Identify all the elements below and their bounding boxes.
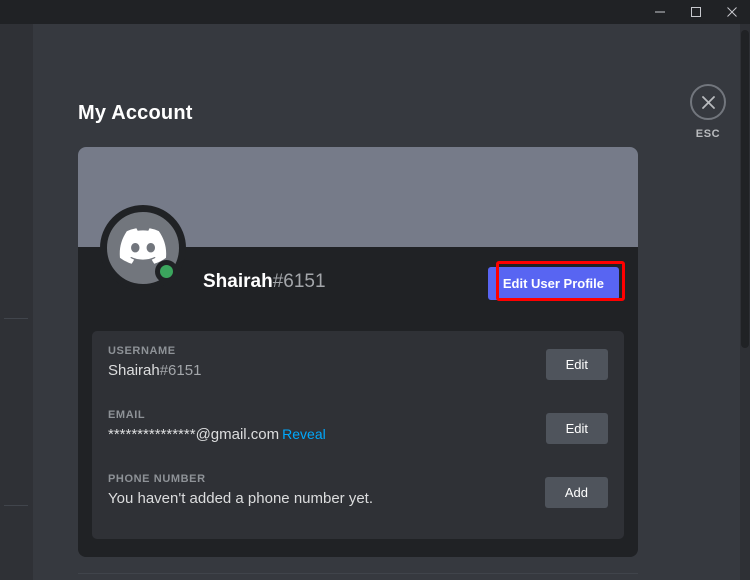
- esc-close-button[interactable]: ESC: [678, 84, 738, 140]
- add-phone-button[interactable]: Add: [544, 477, 608, 508]
- field-row-phone: PHONE NUMBER You haven't added a phone n…: [108, 473, 608, 523]
- app-body: My Account ESC Shairah#6151 Edit User Pr…: [0, 24, 750, 580]
- profile-username: Shairah#6151: [203, 271, 326, 293]
- minimize-button[interactable]: [642, 0, 678, 24]
- avatar[interactable]: [100, 205, 186, 291]
- edit-username-button[interactable]: Edit: [545, 349, 608, 380]
- username-value-tag: #6151: [159, 362, 202, 379]
- scrollbar-track[interactable]: [740, 24, 750, 580]
- settings-sidebar-strip[interactable]: [0, 24, 33, 580]
- account-fields-panel: USERNAME Shairah#6151 Edit EMAIL *******…: [92, 331, 624, 539]
- status-badge-online: [155, 260, 178, 283]
- esc-label: ESC: [695, 128, 721, 140]
- close-icon: [726, 6, 738, 18]
- edit-user-profile-button[interactable]: Edit User Profile: [487, 267, 619, 300]
- reveal-email-link[interactable]: Reveal: [282, 426, 326, 442]
- username-label: USERNAME: [108, 345, 176, 357]
- close-circle-icon: [690, 84, 726, 120]
- profile-username-tag: #6151: [272, 271, 326, 292]
- email-label: EMAIL: [108, 409, 146, 421]
- phone-value: You haven't added a phone number yet.: [108, 490, 374, 507]
- username-value: Shairah#6151: [108, 362, 608, 379]
- phone-label: PHONE NUMBER: [108, 473, 206, 485]
- close-button[interactable]: [714, 0, 750, 24]
- scrollbar-thumb[interactable]: [741, 30, 749, 348]
- page-title: My Account: [78, 102, 193, 124]
- email-masked: ***************: [108, 426, 196, 443]
- sidebar-divider-2: [4, 505, 28, 506]
- account-card: Shairah#6151 Edit User Profile USERNAME …: [78, 147, 638, 557]
- email-value: ***************@gmail.com Reveal: [108, 426, 608, 443]
- edit-email-button[interactable]: Edit: [545, 413, 608, 444]
- section-divider: [78, 573, 638, 574]
- window-titlebar: [0, 0, 750, 24]
- maximize-button[interactable]: [678, 0, 714, 24]
- username-value-name: Shairah: [108, 362, 160, 379]
- profile-username-name: Shairah: [203, 271, 273, 292]
- minimize-icon: [654, 6, 666, 18]
- profile-header-row: Shairah#6151 Edit User Profile: [78, 205, 638, 323]
- settings-content-region: My Account ESC Shairah#6151 Edit User Pr…: [33, 24, 750, 580]
- email-domain: @gmail.com: [195, 426, 280, 443]
- field-row-username: USERNAME Shairah#6151 Edit: [108, 345, 608, 395]
- sidebar-divider-1: [4, 318, 28, 319]
- maximize-icon: [690, 6, 702, 18]
- field-row-email: EMAIL ***************@gmail.com Reveal Ed…: [108, 409, 608, 459]
